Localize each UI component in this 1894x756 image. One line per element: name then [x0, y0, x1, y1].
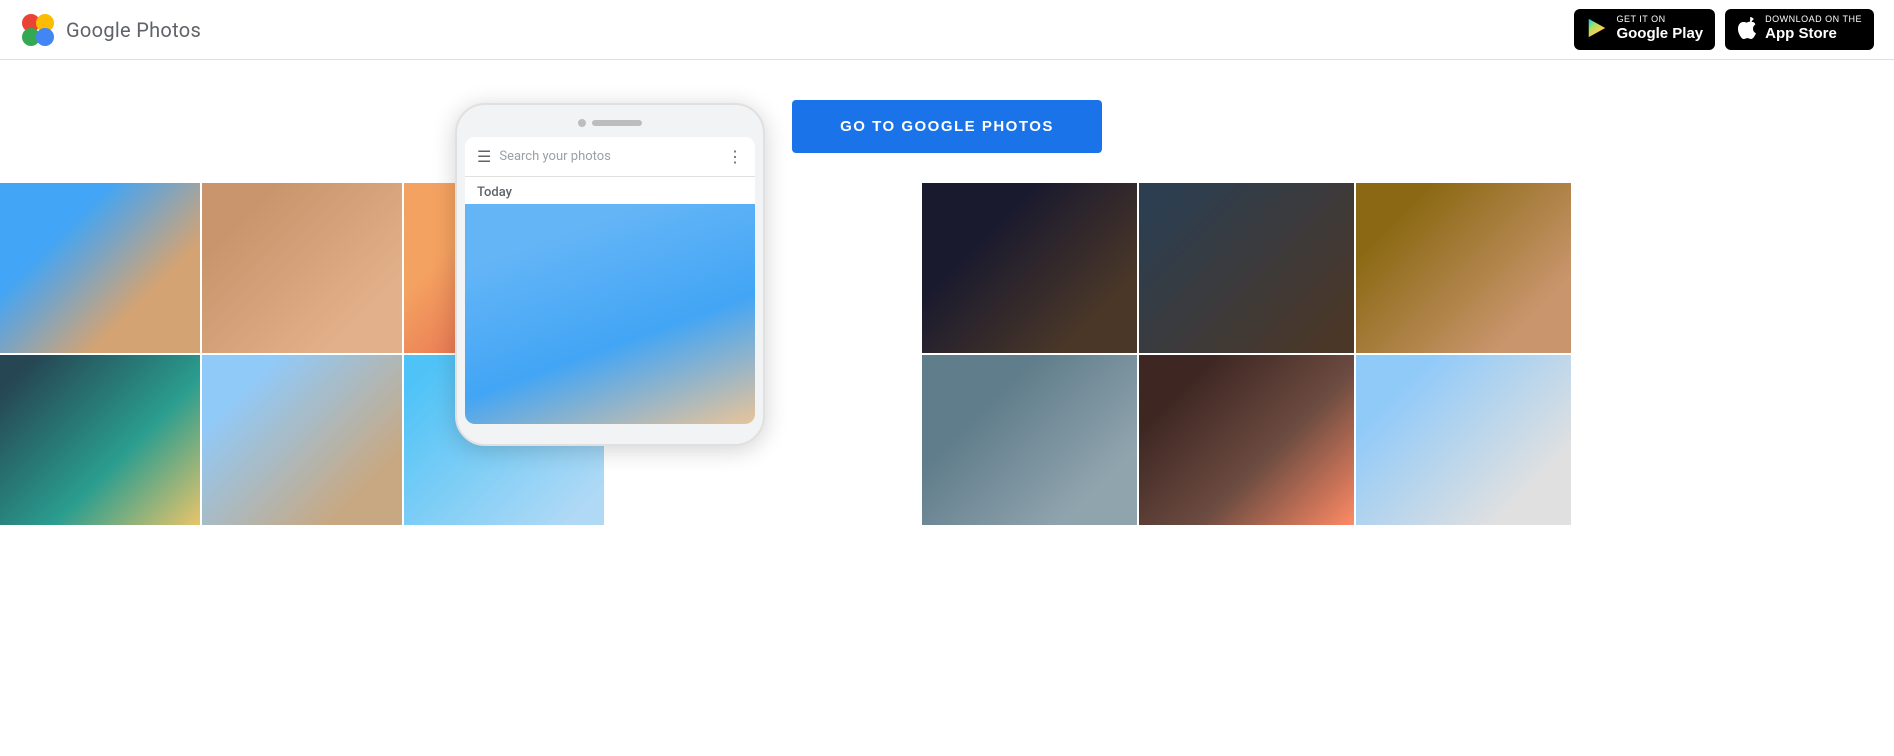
header: Google Photos GET — [0, 0, 1894, 60]
hamburger-icon: ☰ — [477, 147, 491, 166]
store-buttons: GET IT ON Google Play Download on the Ap… — [1574, 9, 1874, 50]
phone-search-placeholder: Search your photos — [499, 149, 719, 164]
phone-camera — [578, 119, 586, 127]
google-play-label: Google Play — [1616, 24, 1703, 44]
photo-1 — [0, 183, 200, 353]
photo-10 — [922, 355, 1137, 525]
app-store-text: Download on the App Store — [1765, 15, 1862, 44]
photo-5 — [202, 355, 402, 525]
cta-area: GO TO GOOGLE PHOTOS — [0, 60, 1894, 183]
google-play-text: GET IT ON Google Play — [1616, 15, 1703, 44]
photo-11 — [1139, 355, 1354, 525]
logo-area: Google Photos — [20, 12, 201, 48]
phone-main-photo — [465, 204, 755, 424]
google-photos-logo-icon — [20, 12, 56, 48]
phone-screen: ☰ Search your photos ⋮ Today — [465, 137, 755, 424]
google-play-subtitle: GET IT ON — [1616, 15, 1665, 24]
more-options-icon: ⋮ — [727, 147, 743, 166]
go-to-google-photos-button[interactable]: GO TO GOOGLE PHOTOS — [792, 100, 1102, 153]
google-play-button[interactable]: GET IT ON Google Play — [1574, 9, 1715, 50]
photo-9 — [1356, 183, 1571, 353]
right-photo-grid — [922, 183, 1894, 528]
phone-speaker — [592, 120, 642, 126]
app-store-button[interactable]: Download on the App Store — [1725, 9, 1874, 50]
logo-text: Google Photos — [66, 18, 201, 42]
photo-2 — [202, 183, 402, 353]
photo-8 — [1139, 183, 1354, 353]
app-store-subtitle: Download on the — [1765, 15, 1862, 24]
phone-mockup: ☰ Search your photos ⋮ Today — [455, 103, 765, 446]
phone-gap: ☰ Search your photos ⋮ Today — [610, 183, 920, 528]
phone-search-bar: ☰ Search your photos ⋮ — [465, 137, 755, 177]
phone-today-label: Today — [465, 177, 755, 204]
google-play-icon — [1586, 17, 1608, 43]
phone-mockup-container: ☰ Search your photos ⋮ Today — [455, 103, 765, 446]
main-content: GO TO GOOGLE PHOTOS — [0, 60, 1894, 756]
phone-top-bar — [465, 119, 755, 127]
photo-4 — [0, 355, 200, 525]
app-store-label: App Store — [1765, 24, 1837, 44]
apple-icon — [1737, 17, 1757, 43]
photo-7 — [922, 183, 1137, 353]
photo-12 — [1356, 355, 1571, 525]
